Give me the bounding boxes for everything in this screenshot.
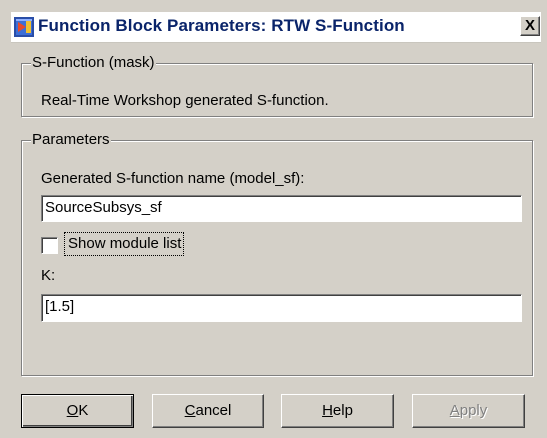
k-label: K: xyxy=(41,267,56,284)
title-bar[interactable]: Function Block Parameters: RTW S-Functio… xyxy=(11,12,541,43)
sfunction-name-label: Generated S-function name (model_sf): xyxy=(41,170,305,187)
show-module-list-label[interactable]: Show module list xyxy=(64,232,185,256)
cancel-mnemonic: C xyxy=(184,402,196,419)
help-mnemonic: H xyxy=(322,402,333,419)
ok-button[interactable]: OK xyxy=(21,394,134,428)
help-button[interactable]: Help xyxy=(281,394,394,428)
close-button[interactable]: X xyxy=(520,16,540,36)
parameters-group-legend: Parameters xyxy=(31,131,111,148)
k-input[interactable]: [1.5] xyxy=(41,294,522,322)
apply-mnemonic: A xyxy=(449,402,460,419)
sfunction-name-input[interactable]: SourceSubsys_sf xyxy=(41,195,522,222)
apply-label-rest: pply xyxy=(459,402,488,419)
ok-mnemonic: O xyxy=(66,402,79,419)
show-module-list-checkbox[interactable] xyxy=(41,237,58,254)
function-block-parameters-dialog: Function Block Parameters: RTW S-Functio… xyxy=(0,0,547,438)
cancel-label-rest: ancel xyxy=(195,402,232,419)
cancel-button[interactable]: Cancel xyxy=(152,394,264,428)
simulink-block-icon xyxy=(14,17,34,37)
window-title: Function Block Parameters: RTW S-Functio… xyxy=(38,16,405,35)
mask-group-legend: S-Function (mask) xyxy=(31,54,156,71)
close-icon: X xyxy=(524,17,535,34)
help-label-rest: elp xyxy=(332,402,353,419)
apply-button[interactable]: Apply xyxy=(412,394,525,428)
ok-label-rest: K xyxy=(78,402,89,419)
mask-description: Real-Time Workshop generated S-function. xyxy=(41,92,329,109)
